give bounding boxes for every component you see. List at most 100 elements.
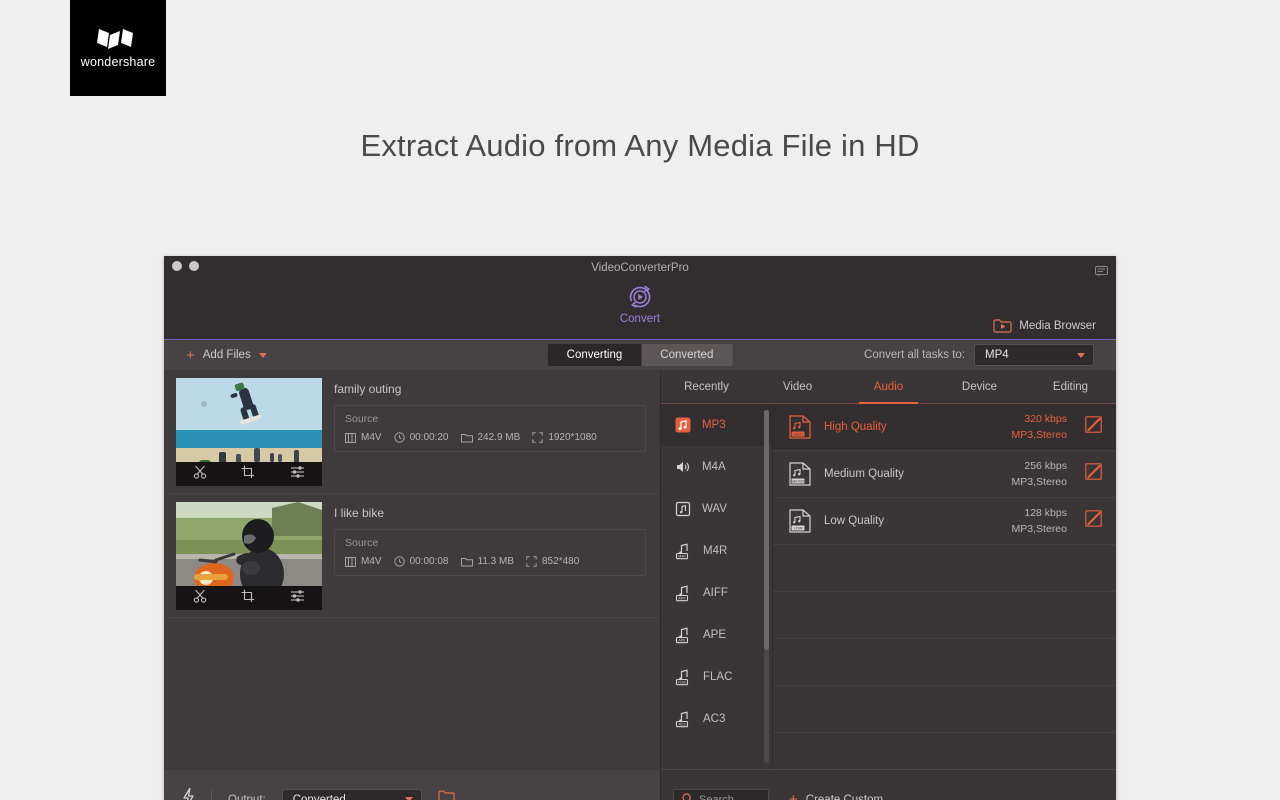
file-list: family outing Source M4V 00:00:20 242.9 … — [164, 370, 660, 769]
format-item-aiff[interactable]: AIFF AIFF — [661, 572, 772, 614]
toolbar-divider — [211, 788, 212, 800]
search-input[interactable]: Search — [673, 788, 769, 800]
tab-audio[interactable]: Audio — [843, 370, 934, 404]
quality-empty-row — [773, 592, 1116, 639]
file-name: family outing — [334, 382, 402, 396]
tab-converted[interactable]: Converted — [641, 344, 733, 366]
brand-name: wondershare — [80, 55, 156, 69]
lightning-bolt-icon[interactable] — [182, 786, 195, 800]
crop-icon[interactable] — [241, 465, 255, 484]
trim-scissors-icon[interactable] — [193, 589, 207, 608]
format-category-tabs: Recently Video Audio Device Editing — [661, 370, 1116, 404]
format-sidebar: MP3 M4A WAV M4R M4R AIFF AIFF APE APE FL… — [661, 404, 773, 769]
file-source-box: Source M4V — [334, 529, 646, 576]
source-label: Source — [345, 537, 379, 549]
format-item-ac3[interactable]: AC3 AC3 — [661, 698, 772, 740]
ac3-note-icon: AC3 — [675, 711, 689, 727]
format-item-wav[interactable]: WAV — [661, 488, 772, 530]
convert-all-label: Convert all tasks to: — [864, 349, 965, 361]
output-folder-value: Converted — [292, 793, 346, 800]
format-item-ape[interactable]: APE APE — [661, 614, 772, 656]
create-custom-button[interactable]: + Create Custom — [789, 792, 883, 800]
field-resolution: 1920*1080 — [532, 432, 597, 443]
wondershare-logo-box: wondershare — [70, 0, 166, 96]
plus-icon: + — [186, 346, 195, 364]
format-list-scrollbar[interactable] — [764, 410, 769, 763]
svg-text:FLAC: FLAC — [678, 680, 687, 684]
effects-sliders-icon[interactable] — [290, 465, 305, 484]
tab-recently[interactable]: Recently — [661, 370, 752, 403]
field-size: 11.3 MB — [460, 556, 515, 567]
aiff-note-icon: AIFF — [675, 585, 689, 601]
quality-name: Medium Quality — [824, 468, 904, 480]
field-resolution: 852*480 — [526, 556, 579, 567]
task-tabs: Converting Converted — [547, 344, 733, 366]
chevron-down-icon — [1077, 352, 1085, 358]
format-label: FLAC — [703, 671, 733, 683]
convert-button-label: Convert — [619, 313, 661, 325]
file-thumbnail[interactable] — [176, 378, 322, 486]
svg-text:AIFF: AIFF — [678, 596, 685, 600]
quality-row-low[interactable]: LOW Low Quality 128 kbps MP3,Stereo — [773, 498, 1116, 545]
file-format: M4V — [361, 556, 382, 567]
quality-name: High Quality — [824, 421, 887, 433]
quality-row-high[interactable]: HIGH High Quality 320 kbps MP3,Stereo — [773, 404, 1116, 451]
wondershare-w-logo — [97, 29, 133, 49]
quality-list: HIGH High Quality 320 kbps MP3,Stereo ME… — [773, 404, 1116, 769]
chat-bubble-icon[interactable] — [1095, 264, 1108, 282]
open-folder-icon[interactable] — [438, 790, 455, 800]
tab-device[interactable]: Device — [934, 370, 1025, 403]
app-body: family outing Source M4V 00:00:20 242.9 … — [164, 370, 1116, 769]
file-source-box: Source M4V — [334, 405, 646, 452]
format-item-m4a[interactable]: M4A — [661, 446, 772, 488]
file-thumbnail[interactable] — [176, 502, 322, 610]
file-resolution: 852*480 — [542, 556, 580, 567]
tab-editing[interactable]: Editing — [1025, 370, 1116, 403]
field-duration: 00:00:08 — [393, 556, 449, 567]
edit-pencil-icon[interactable] — [1085, 416, 1102, 438]
scrollbar-thumb[interactable] — [764, 410, 769, 650]
format-search-bar: Search + Create Custom — [660, 769, 1116, 800]
field-duration: 00:00:20 — [393, 432, 449, 443]
convert-button[interactable]: Convert — [600, 284, 680, 325]
edit-pencil-icon[interactable] — [1085, 463, 1102, 485]
format-item-flac[interactable]: FLAC FLAC — [661, 656, 772, 698]
search-placeholder: Search — [699, 793, 734, 800]
format-label: APE — [703, 629, 727, 641]
convert-all-format-select[interactable]: MP4 — [974, 344, 1094, 366]
quality-name: Low Quality — [824, 515, 885, 527]
edit-pencil-icon[interactable] — [1085, 510, 1102, 532]
tab-converting[interactable]: Converting — [547, 344, 642, 366]
format-label: AC3 — [703, 713, 726, 725]
file-meta: family outing Source M4V 00:00:20 242.9 … — [334, 378, 660, 485]
file-list-item[interactable]: family outing Source M4V 00:00:20 242.9 … — [164, 370, 660, 494]
file-size: 11.3 MB — [477, 556, 515, 567]
quality-bitrate: 128 kbps — [1024, 507, 1067, 519]
media-browser-button[interactable]: Media Browser — [993, 318, 1096, 333]
chevron-down-icon[interactable] — [258, 352, 267, 358]
add-files-button[interactable]: + Add Files — [186, 348, 267, 363]
output-folder-select[interactable]: Converted — [281, 788, 422, 800]
wav-note-icon — [675, 501, 691, 517]
tab-video[interactable]: Video — [752, 370, 843, 403]
resolution-expand-icon — [532, 432, 544, 443]
output-bar: Output: Converted — [164, 769, 660, 800]
svg-text:LOW: LOW — [794, 526, 803, 531]
file-high-icon: HIGH — [789, 415, 811, 439]
thumbnail-tools — [176, 586, 322, 610]
quality-row-medium[interactable]: MEDIUM Medium Quality 256 kbps MP3,Stere… — [773, 451, 1116, 498]
format-label: WAV — [702, 503, 727, 515]
effects-sliders-icon[interactable] — [290, 589, 305, 608]
format-item-mp3[interactable]: MP3 — [661, 404, 772, 446]
quality-empty-row — [773, 639, 1116, 686]
search-icon — [682, 791, 693, 800]
format-label: AIFF — [703, 587, 728, 599]
crop-icon[interactable] — [241, 589, 255, 608]
file-list-item[interactable]: I like bike Source M4V 00:00:08 11.3 MB … — [164, 494, 660, 618]
convert-circular-play-icon — [629, 285, 651, 308]
create-custom-label: Create Custom — [805, 793, 884, 800]
trim-scissors-icon[interactable] — [193, 465, 207, 484]
media-browser-folder-icon — [993, 319, 1012, 333]
format-item-m4r[interactable]: M4R M4R — [661, 530, 772, 572]
add-files-label: Add Files — [202, 349, 251, 361]
